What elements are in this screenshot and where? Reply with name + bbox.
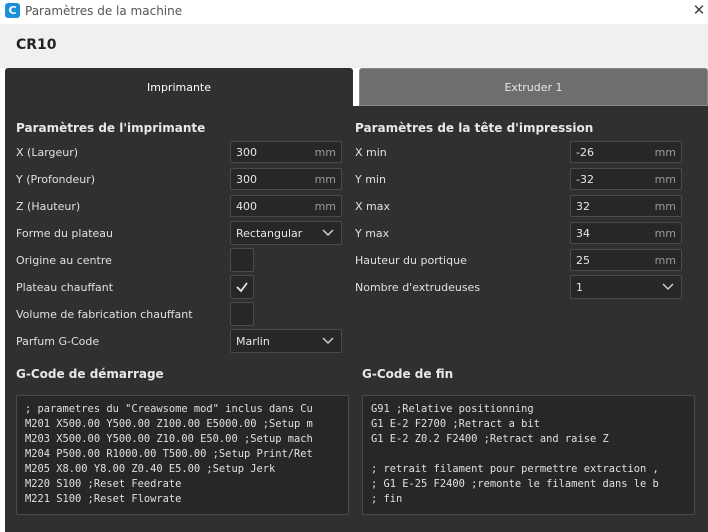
gantry-height-value: 25 (576, 254, 590, 267)
y-min-label: Y min (355, 173, 386, 186)
y-min-value: -32 (576, 173, 594, 186)
z-height-field[interactable]: 400 mm (230, 195, 342, 217)
heated-build-volume-label: Volume de fabrication chauffant (16, 308, 193, 321)
build-plate-shape-label: Forme du plateau (16, 227, 113, 240)
machine-header: CR10 (0, 24, 708, 68)
y-max-value: 34 (576, 227, 590, 240)
code-line: M204 P500.00 R1000.00 T500.00 ;Setup Pri… (25, 448, 313, 460)
chevron-down-icon (322, 337, 334, 345)
x-width-value: 300 (236, 146, 257, 159)
code-line: ​ (371, 447, 694, 462)
title-bar: C Paramètres de la machine ✕ (0, 0, 708, 24)
code-line: ; parametres du "Creawsome mod" inclus d… (25, 403, 313, 415)
start-gcode-title: G-Code de démarrage (16, 367, 164, 381)
origin-at-center-checkbox[interactable] (230, 248, 254, 272)
x-min-label: X min (355, 146, 387, 159)
end-gcode-title: G-Code de fin (362, 367, 454, 381)
z-height-unit: mm (314, 200, 336, 213)
code-line: M220 S100 ;Reset Feedrate (25, 478, 182, 490)
y-min-unit: mm (654, 173, 676, 186)
x-min-field[interactable]: -26 mm (570, 141, 682, 163)
y-depth-value: 300 (236, 173, 257, 186)
y-max-label: Y max (355, 227, 390, 240)
code-line: M201 X500.00 Y500.00 Z100.00 E5000.00 ;S… (25, 418, 313, 430)
end-gcode-editor[interactable]: G91 ;Relative positionning G1 E-2 F2700 … (362, 395, 695, 515)
code-line: M203 X500.00 Y500.00 Z10.00 E50.00 ;Setu… (25, 433, 313, 445)
x-max-unit: mm (654, 200, 676, 213)
x-max-label: X max (355, 200, 390, 213)
y-depth-unit: mm (314, 173, 336, 186)
z-height-value: 400 (236, 200, 257, 213)
chevron-down-icon (662, 283, 674, 291)
printer-settings-title: Paramètres de l'imprimante (16, 121, 206, 135)
chevron-down-icon (322, 229, 334, 237)
heated-bed-checkbox[interactable] (230, 275, 254, 299)
extruder-count-select[interactable]: 1 (570, 275, 682, 299)
tab-imprimante[interactable]: Imprimante (5, 68, 353, 106)
origin-at-center-label: Origine au centre (16, 254, 112, 267)
cura-logo-icon: C (5, 3, 20, 18)
code-line: M205 X8.00 Y8.00 Z0.40 E5.00 ;Setup Jerk (25, 463, 276, 475)
code-line: G1 E-2 F2700 ;Retract a bit (371, 418, 540, 430)
build-plate-shape-value: Rectangular (236, 227, 303, 240)
x-width-unit: mm (314, 146, 336, 159)
gantry-height-label: Hauteur du portique (355, 254, 467, 267)
y-depth-label: Y (Profondeur) (16, 173, 96, 186)
gantry-height-unit: mm (654, 254, 676, 267)
build-plate-shape-select[interactable]: Rectangular (230, 221, 342, 245)
x-min-value: -26 (576, 146, 594, 159)
code-line: ; fin (371, 493, 403, 505)
window-title: Paramètres de la machine (25, 4, 183, 18)
code-line: ; G1 E-25 F2400 ;remonte le filament dan… (371, 478, 659, 490)
gcode-flavor-label: Parfum G-Code (16, 335, 100, 348)
gcode-flavor-value: Marlin (236, 335, 270, 348)
close-icon[interactable]: ✕ (690, 0, 708, 22)
y-max-unit: mm (654, 227, 676, 240)
code-line: G91 ;Relative positionning (371, 403, 534, 415)
start-gcode-editor[interactable]: ; parametres du "Creawsome mod" inclus d… (16, 395, 349, 515)
extruder-count-label: Nombre d'extrudeuses (355, 281, 481, 294)
heated-bed-label: Plateau chauffant (16, 281, 114, 294)
heated-build-volume-checkbox[interactable] (230, 302, 254, 326)
y-depth-field[interactable]: 300 mm (230, 168, 342, 190)
tab-extruder-1[interactable]: Extruder 1 (359, 68, 708, 106)
y-min-field[interactable]: -32 mm (570, 168, 682, 190)
printhead-settings-title: Paramètres de la tête d'impression (355, 121, 594, 135)
extruder-count-value: 1 (576, 281, 583, 294)
z-height-label: Z (Hauteur) (16, 200, 81, 213)
checkmark-icon (236, 282, 248, 293)
settings-panel: Paramètres de l'imprimante X (Largeur) 3… (5, 106, 708, 532)
gantry-height-field[interactable]: 25 mm (570, 249, 682, 271)
gcode-flavor-select[interactable]: Marlin (230, 329, 342, 353)
x-max-value: 32 (576, 200, 590, 213)
machine-name: CR10 (16, 37, 57, 53)
x-max-field[interactable]: 32 mm (570, 195, 682, 217)
code-line: G1 E-2 Z0.2 F2400 ;Retract and raise Z (371, 433, 609, 445)
x-width-label: X (Largeur) (16, 146, 79, 159)
code-line: M221 S100 ;Reset Flowrate (25, 493, 182, 505)
x-width-field[interactable]: 300 mm (230, 141, 342, 163)
x-min-unit: mm (654, 146, 676, 159)
y-max-field[interactable]: 34 mm (570, 222, 682, 244)
code-line: ; retrait filament pour permettre extrac… (371, 463, 659, 475)
